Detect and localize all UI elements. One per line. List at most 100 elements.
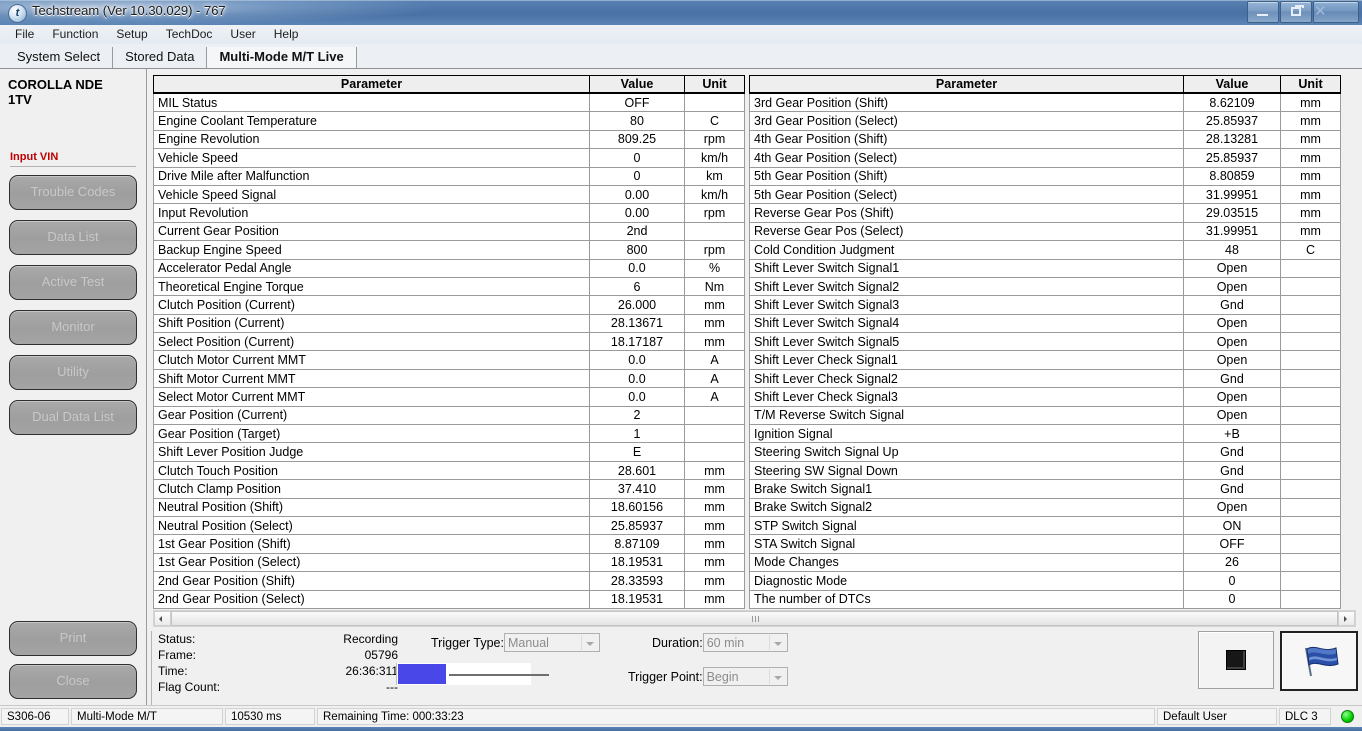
table-row[interactable]: Neutral Position (Select)25.85937mm — [154, 516, 745, 534]
print-button[interactable]: Print — [9, 621, 137, 656]
table-row[interactable]: 3rd Gear Position (Select)25.85937mm — [750, 112, 1341, 130]
cell-unit: mm — [1281, 167, 1341, 185]
menu-item-setup[interactable]: Setup — [107, 25, 156, 44]
table-row[interactable]: 1st Gear Position (Shift)8.87109mm — [154, 535, 745, 553]
table-row[interactable]: Clutch Touch Position28.601mm — [154, 461, 745, 479]
table-row[interactable]: Steering Switch Signal UpGnd — [750, 443, 1341, 461]
table-row[interactable]: Clutch Motor Current MMT0.0A — [154, 351, 745, 369]
table-row[interactable]: Select Position (Current)18.17187mm — [154, 333, 745, 351]
scrollbar-thumb[interactable] — [171, 611, 1338, 626]
table-row[interactable]: Brake Switch Signal1Gnd — [750, 480, 1341, 498]
sidebar-item-monitor[interactable]: Monitor — [9, 310, 137, 345]
table-row[interactable]: Shift Lever Switch Signal3Gnd — [750, 296, 1341, 314]
table-row[interactable]: Accelerator Pedal Angle0.0% — [154, 259, 745, 277]
menu-item-techdoc[interactable]: TechDoc — [157, 25, 222, 44]
table-row[interactable]: Shift Lever Check Signal3Open — [750, 388, 1341, 406]
tab-multi-mode-mt-live[interactable]: Multi-Mode M/T Live — [207, 47, 356, 68]
table-row[interactable]: Clutch Clamp Position37.410mm — [154, 480, 745, 498]
table-row[interactable]: 2nd Gear Position (Select)18.19531mm — [154, 590, 745, 608]
tab-stored-data[interactable]: Stored Data — [113, 47, 207, 68]
sidebar-item-utility[interactable]: Utility — [9, 355, 137, 390]
table-row[interactable]: Steering SW Signal DownGnd — [750, 461, 1341, 479]
table-row[interactable]: Backup Engine Speed800rpm — [154, 241, 745, 259]
set-flag-button[interactable] — [1280, 631, 1358, 691]
table-row[interactable]: Reverse Gear Pos (Select)31.99951mm — [750, 222, 1341, 240]
table-row[interactable]: Ignition Signal+B — [750, 425, 1341, 443]
table-row[interactable]: Shift Position (Current)28.13671mm — [154, 314, 745, 332]
table-row[interactable]: 5th Gear Position (Shift)8.80859mm — [750, 167, 1341, 185]
main-panel: Parameter Value Unit MIL StatusOFFEngine… — [147, 69, 1362, 705]
close-button[interactable]: Close — [9, 664, 137, 699]
table-row[interactable]: Engine Revolution809.25rpm — [154, 130, 745, 148]
table-row[interactable]: 3rd Gear Position (Shift)8.62109mm — [750, 93, 1341, 112]
table-row[interactable]: STP Switch SignalON — [750, 516, 1341, 534]
table-row[interactable]: Theoretical Engine Torque6Nm — [154, 277, 745, 295]
table-row[interactable]: The number of DTCs0 — [750, 590, 1341, 608]
close-window-button[interactable]: ✕ — [1313, 1, 1359, 23]
table-row[interactable]: MIL StatusOFF — [154, 93, 745, 112]
table-row[interactable]: Neutral Position (Shift)18.60156mm — [154, 498, 745, 516]
table-row[interactable]: Shift Lever Position JudgeE — [154, 443, 745, 461]
cell-parameter: Theoretical Engine Torque — [154, 277, 590, 295]
stop-record-button[interactable] — [1198, 631, 1274, 689]
table-row[interactable]: Reverse Gear Pos (Shift)29.03515mm — [750, 204, 1341, 222]
table-row[interactable]: 5th Gear Position (Select)31.99951mm — [750, 185, 1341, 203]
table-row[interactable]: 1st Gear Position (Select)18.19531mm — [154, 553, 745, 571]
trigger-type-select[interactable]: Manual — [504, 633, 600, 652]
table-row[interactable]: Diagnostic Mode0 — [750, 572, 1341, 590]
table-row[interactable]: Shift Lever Check Signal1Open — [750, 351, 1341, 369]
table-row[interactable]: Gear Position (Target)1 — [154, 425, 745, 443]
input-vin-link[interactable]: Input VIN — [10, 151, 146, 163]
sidebar-item-active-test[interactable]: Active Test — [9, 265, 137, 300]
table-row[interactable]: Cold Condition Judgment48C — [750, 241, 1341, 259]
table-row[interactable]: T/M Reverse Switch SignalOpen — [750, 406, 1341, 424]
scrollbar-track[interactable] — [171, 611, 1338, 626]
cell-value: 0 — [1184, 590, 1281, 608]
tab-system-select[interactable]: System Select — [5, 47, 113, 68]
window-title: Techstream (Ver 10.30.029) - 767 — [32, 3, 226, 18]
menu-item-file[interactable]: File — [6, 25, 43, 44]
table-row[interactable]: Drive Mile after Malfunction0km — [154, 167, 745, 185]
sidebar-item-trouble-codes[interactable]: Trouble Codes — [9, 175, 137, 210]
horizontal-scrollbar[interactable] — [153, 610, 1356, 627]
minimize-button[interactable] — [1247, 1, 1279, 23]
table-row[interactable]: Shift Lever Switch Signal5Open — [750, 333, 1341, 351]
chevron-down-icon[interactable] — [581, 635, 598, 650]
trigger-point-select[interactable]: Begin — [703, 667, 788, 686]
cell-parameter: Shift Position (Current) — [154, 314, 590, 332]
menu-item-user[interactable]: User — [221, 25, 264, 44]
scroll-right-arrow-icon[interactable] — [1338, 611, 1355, 626]
table-row[interactable]: Shift Motor Current MMT0.0A — [154, 369, 745, 387]
table-row[interactable]: Shift Lever Switch Signal1Open — [750, 259, 1341, 277]
table-row[interactable]: Input Revolution0.00rpm — [154, 204, 745, 222]
table-row[interactable]: 4th Gear Position (Shift)28.13281mm — [750, 130, 1341, 148]
table-row[interactable]: Vehicle Speed Signal0.00km/h — [154, 185, 745, 203]
table-row[interactable]: Current Gear Position2nd — [154, 222, 745, 240]
table-row[interactable]: Clutch Position (Current)26.000mm — [154, 296, 745, 314]
table-row[interactable]: Vehicle Speed0km/h — [154, 149, 745, 167]
table-row[interactable]: Gear Position (Current)2 — [154, 406, 745, 424]
table-row[interactable]: Shift Lever Check Signal2Gnd — [750, 369, 1341, 387]
table-row[interactable]: 2nd Gear Position (Shift)28.33593mm — [154, 572, 745, 590]
cell-unit — [1281, 277, 1341, 295]
table-row[interactable]: STA Switch SignalOFF — [750, 535, 1341, 553]
table-row[interactable]: Shift Lever Switch Signal4Open — [750, 314, 1341, 332]
chevron-down-icon[interactable] — [769, 635, 786, 650]
table-row[interactable]: Engine Coolant Temperature80C — [154, 112, 745, 130]
scroll-left-arrow-icon[interactable] — [154, 611, 171, 626]
table-row[interactable]: Shift Lever Switch Signal2Open — [750, 277, 1341, 295]
menu-item-help[interactable]: Help — [265, 25, 308, 44]
tab-strip: System Select Stored Data Multi-Mode M/T… — [0, 44, 1362, 69]
sidebar-item-dual-data-list[interactable]: Dual Data List — [9, 400, 137, 435]
menu-item-function[interactable]: Function — [43, 25, 107, 44]
cell-value: 31.99951 — [1184, 185, 1281, 203]
table-row[interactable]: 4th Gear Position (Select)25.85937mm — [750, 149, 1341, 167]
table-row[interactable]: Brake Switch Signal2Open — [750, 498, 1341, 516]
table-row[interactable]: Mode Changes26 — [750, 553, 1341, 571]
cell-parameter: Shift Lever Switch Signal2 — [750, 277, 1184, 295]
chevron-down-icon[interactable] — [769, 669, 786, 684]
maximize-restore-button[interactable] — [1280, 1, 1312, 23]
sidebar-item-data-list[interactable]: Data List — [9, 220, 137, 255]
table-row[interactable]: Select Motor Current MMT0.0A — [154, 388, 745, 406]
duration-select[interactable]: 60 min — [703, 633, 788, 652]
